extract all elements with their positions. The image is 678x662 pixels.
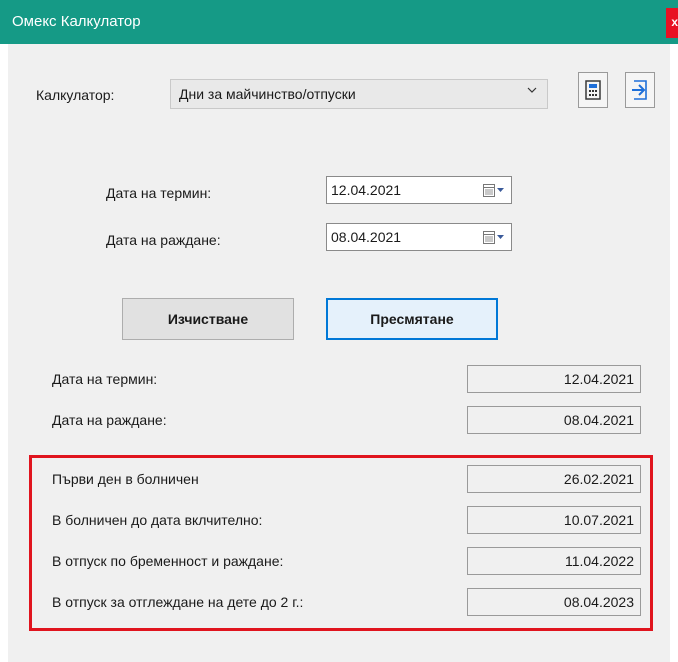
sick-until-label: В болничен до дата вклчително: <box>52 512 263 528</box>
result-term-value: 12.04.2021 <box>467 365 641 393</box>
term-date-value: 12.04.2021 <box>331 182 402 198</box>
result-term-label: Дата на термин: <box>52 371 158 387</box>
birth-date-input[interactable]: 08.04.2021 <box>326 223 512 251</box>
maternity-label: В отпуск по бременност и раждане: <box>52 553 284 569</box>
childcare-value: 08.04.2023 <box>467 588 641 616</box>
maternity-value: 11.04.2022 <box>467 547 641 575</box>
window-title: Омекс Калкулатор <box>12 13 141 30</box>
exit-button[interactable] <box>625 72 655 108</box>
sick-first-value: 26.02.2021 <box>467 465 641 493</box>
title-bar: Омекс Калкулатор <box>0 0 678 44</box>
sick-first-label: Първи ден в болничен <box>52 471 199 487</box>
calculator-icon <box>585 80 601 100</box>
close-button[interactable]: x <box>666 8 678 38</box>
chevron-down-icon <box>527 87 537 93</box>
clear-button[interactable]: Изчистване <box>122 298 294 340</box>
calculator-select[interactable]: Дни за майчинство/отпуски <box>170 79 548 109</box>
childcare-label: В отпуск за отглеждане на дете до 2 г.: <box>52 594 304 610</box>
sick-until-value: 10.07.2021 <box>467 506 641 534</box>
result-birth-value: 08.04.2021 <box>467 406 641 434</box>
calendar-dropdown-icon[interactable] <box>483 184 505 198</box>
exit-arrow-icon <box>632 80 647 100</box>
result-birth-label: Дата на раждане: <box>52 412 167 428</box>
term-date-label: Дата на термин: <box>106 185 212 201</box>
calculate-button[interactable]: Пресмятане <box>326 298 498 340</box>
term-date-input[interactable]: 12.04.2021 <box>326 176 512 204</box>
birth-date-label: Дата на раждане: <box>106 232 221 248</box>
calculator-button[interactable] <box>578 72 608 108</box>
calculator-select-value: Дни за майчинство/отпуски <box>179 86 356 102</box>
calculator-label: Калкулатор: <box>36 87 115 103</box>
calendar-dropdown-icon[interactable] <box>483 231 505 245</box>
birth-date-value: 08.04.2021 <box>331 229 402 245</box>
